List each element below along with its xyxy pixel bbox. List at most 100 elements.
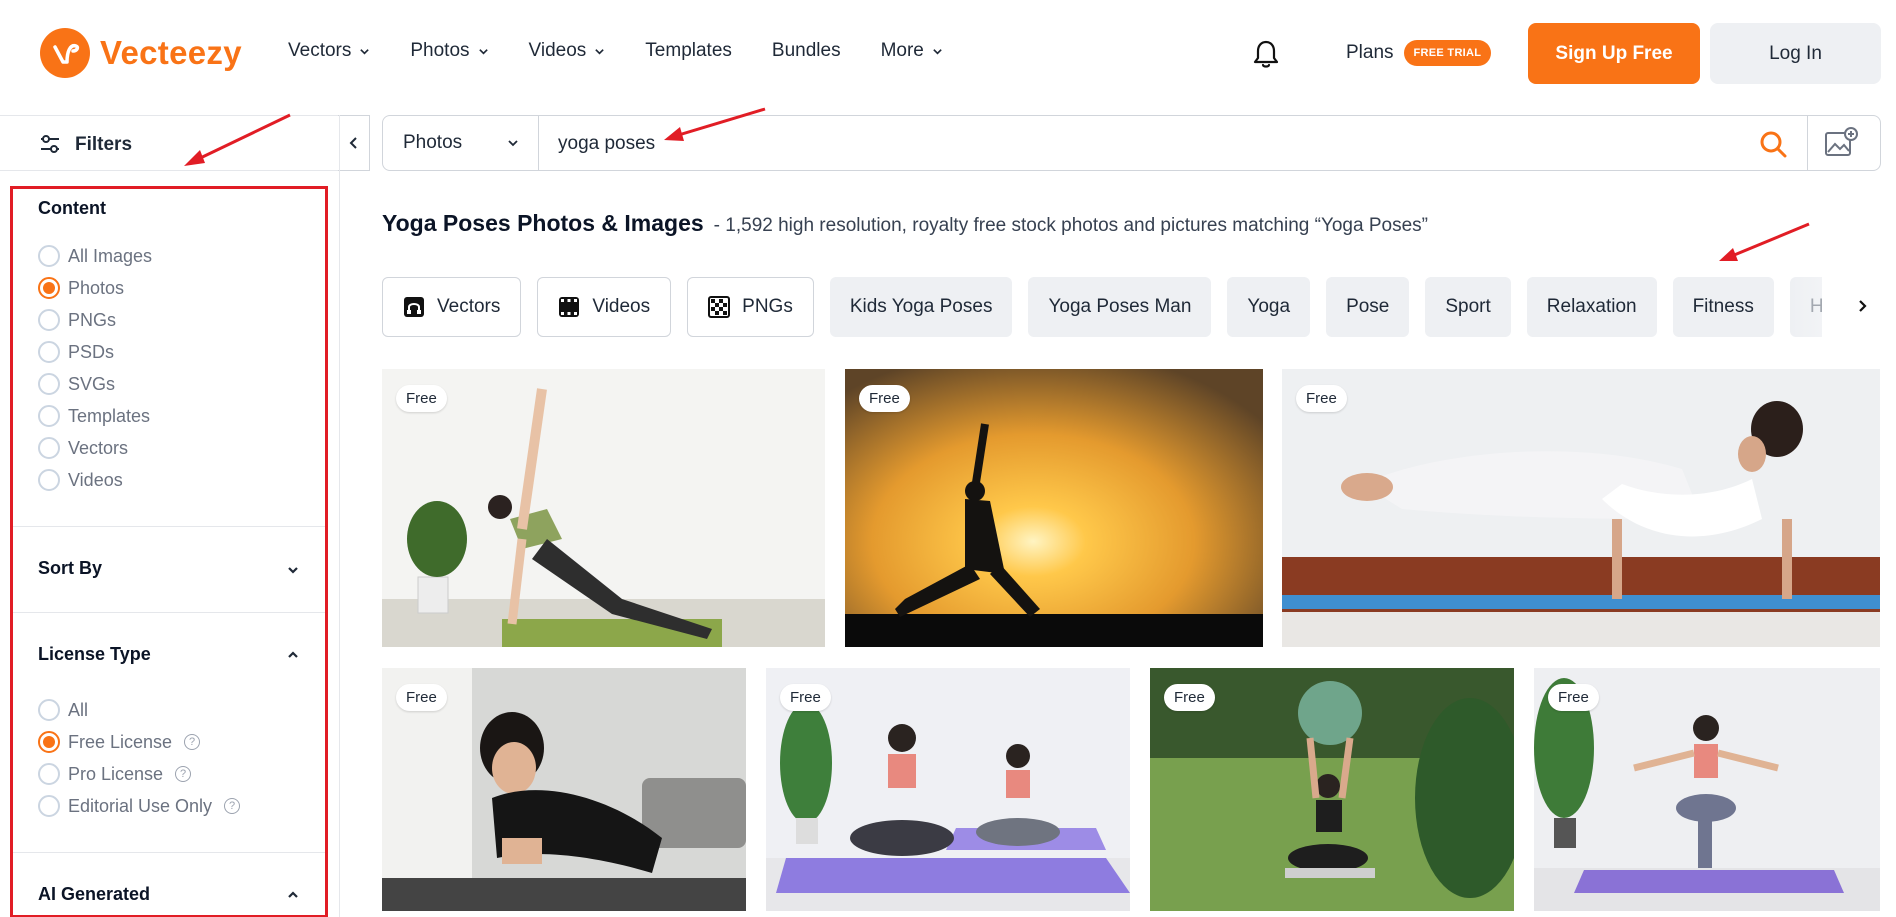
image-result-plank-home[interactable]: Free	[382, 668, 746, 911]
collapse-sidebar-button[interactable]	[338, 115, 370, 171]
chip-yoga-poses-man[interactable]: Yoga Poses Man	[1028, 277, 1212, 337]
chip-kids-yoga-poses[interactable]: Kids Yoga Poses	[829, 277, 1013, 337]
search-separator	[1807, 116, 1808, 170]
content-option-all-images[interactable]: All Images	[38, 245, 152, 267]
results-count: - 1,592 high resolution, royalty free st…	[713, 215, 1428, 236]
free-badge: Free	[859, 385, 910, 412]
chip-pose[interactable]: Pose	[1326, 277, 1410, 337]
image-result-arm-balance[interactable]: Free	[1282, 369, 1880, 647]
chevron-down-icon[interactable]	[286, 563, 300, 577]
chip-label: PNGs	[742, 296, 793, 317]
content-option-psds[interactable]: PSDs	[38, 341, 114, 363]
search-category-select[interactable]: Photos	[383, 116, 539, 170]
content-option-svgs[interactable]: SVGs	[38, 373, 115, 395]
radio[interactable]	[38, 699, 60, 721]
option-label: PNGs	[68, 309, 117, 330]
section-divider	[13, 612, 325, 613]
radio[interactable]	[38, 437, 60, 459]
plans-link[interactable]: Plans FREE TRIAL	[1346, 40, 1492, 66]
help-icon[interactable]: ?	[184, 734, 201, 750]
free-badge: Free	[780, 684, 831, 711]
nav-templates[interactable]: Templates	[645, 40, 732, 62]
chip-relaxation[interactable]: Relaxation	[1526, 277, 1657, 337]
nav-bundles[interactable]: Bundles	[772, 40, 841, 62]
page-title: Yoga Poses Photos & Images	[382, 210, 704, 236]
chip-fitness[interactable]: Fitness	[1672, 277, 1774, 337]
chip-label: Yoga	[1247, 296, 1291, 317]
main-nav: Vectors Photos Videos Templates Bundles …	[288, 40, 983, 62]
vector-icon	[404, 297, 424, 317]
option-label: Videos	[68, 469, 123, 490]
radio[interactable]	[38, 405, 60, 427]
nav-vectors[interactable]: Vectors	[288, 40, 370, 62]
license-option-free[interactable]: Free License?	[38, 731, 201, 753]
content-option-videos[interactable]: Videos	[38, 469, 123, 491]
radio-selected[interactable]	[38, 731, 60, 753]
search-bar: Photos	[382, 115, 1881, 171]
chip-sport[interactable]: Sport	[1425, 277, 1511, 337]
image-result-balance-pose[interactable]: Free	[1534, 668, 1880, 911]
sidebar-divider	[339, 115, 340, 917]
log-in-button[interactable]: Log In	[1710, 23, 1881, 84]
chip-health[interactable]: Health	[1789, 277, 1822, 337]
image-result-two-women-meditating[interactable]: Free	[766, 668, 1130, 911]
image-search-icon[interactable]	[1824, 127, 1858, 159]
chip-label: Pose	[1346, 296, 1390, 317]
radio[interactable]	[38, 341, 60, 363]
chip-videos[interactable]: Videos	[537, 277, 672, 337]
chip-label: Kids Yoga Poses	[849, 296, 993, 317]
notification-bell-icon[interactable]	[1250, 38, 1282, 70]
free-badge: Free	[1548, 684, 1599, 711]
sign-up-button[interactable]: Sign Up Free	[1528, 23, 1700, 84]
chevron-down-icon	[595, 48, 605, 55]
photo-arm-balance	[1282, 369, 1880, 647]
license-type-toggle[interactable]: License Type	[38, 644, 151, 665]
content-option-pngs[interactable]: PNGs	[38, 309, 116, 331]
filters-header[interactable]: Filters	[0, 115, 340, 171]
help-icon[interactable]: ?	[224, 798, 241, 814]
radio-selected[interactable]	[38, 277, 60, 299]
content-option-vectors[interactable]: Vectors	[38, 437, 128, 459]
license-option-editorial[interactable]: Editorial Use Only?	[38, 795, 241, 817]
image-result-outdoor-ball[interactable]: Free	[1150, 668, 1514, 911]
nav-more[interactable]: More	[881, 40, 943, 62]
option-label: Pro License	[68, 763, 164, 784]
content-option-templates[interactable]: Templates	[38, 405, 150, 427]
chip-pngs[interactable]: PNGs	[687, 277, 814, 337]
photo-sunset-silhouette	[845, 369, 1263, 647]
chevron-up-icon[interactable]	[286, 648, 300, 662]
ai-generated-toggle[interactable]: AI Generated	[38, 884, 150, 905]
chip-yoga[interactable]: Yoga	[1227, 277, 1311, 337]
radio[interactable]	[38, 795, 60, 817]
option-label: All Images	[68, 245, 153, 266]
image-result-sunset-silhouette[interactable]: Free	[845, 369, 1263, 647]
nav-photos[interactable]: Photos	[410, 40, 488, 62]
sort-by-toggle[interactable]: Sort By	[38, 558, 102, 579]
chip-vectors[interactable]: Vectors	[382, 277, 522, 337]
help-icon[interactable]: ?	[175, 766, 192, 782]
radio[interactable]	[38, 469, 60, 491]
chips-next-button[interactable]	[1846, 290, 1878, 322]
license-option-all[interactable]: All	[38, 699, 88, 721]
chevron-up-icon[interactable]	[286, 888, 300, 902]
chip-label: Relaxation	[1546, 296, 1637, 317]
logo-text: Vecteezy	[100, 34, 242, 71]
chevron-down-icon	[933, 48, 942, 55]
search-input[interactable]	[558, 130, 1658, 158]
radio[interactable]	[38, 309, 60, 331]
filters-label: Filters	[75, 134, 133, 155]
radio[interactable]	[38, 245, 60, 267]
radio[interactable]	[38, 763, 60, 785]
license-option-pro[interactable]: Pro License?	[38, 763, 192, 785]
nav-videos[interactable]: Videos	[529, 40, 606, 62]
content-option-photos[interactable]: Photos	[38, 277, 124, 299]
search-icon[interactable]	[1758, 129, 1788, 159]
chip-label: Fitness	[1692, 296, 1754, 317]
nav-label: Bundles	[771, 40, 841, 61]
option-label: Photos	[68, 277, 125, 298]
radio[interactable]	[38, 373, 60, 395]
logo[interactable]: Vecteezy	[40, 28, 242, 78]
filter-sliders-icon	[41, 135, 59, 153]
image-result-side-plank[interactable]: Free	[382, 369, 825, 647]
search-category-value: Photos	[403, 132, 463, 153]
